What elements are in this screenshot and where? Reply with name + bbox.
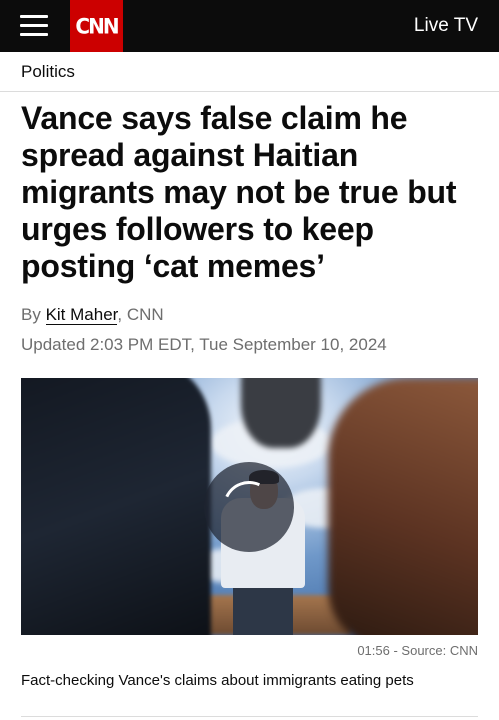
byline-prefix: By [21,305,46,324]
bottom-divider [21,716,478,717]
cnn-logo[interactable]: CNN [70,0,123,52]
menu-line [20,33,48,36]
byline-suffix: , CNN [117,305,164,324]
updated-timestamp: Updated 2:03 PM EDT, Tue September 10, 2… [21,335,387,354]
menu-line [20,24,48,27]
hamburger-menu-icon[interactable] [20,14,48,38]
top-nav-bar: CNN Live TV [0,0,499,52]
thumbnail-foreground-figure [21,378,211,635]
article-headline: Vance says false claim he spread against… [21,100,457,284]
logo-text: CNN [75,13,119,39]
thumbnail-foreground-figure [328,378,478,635]
video-player[interactable] [21,378,478,635]
video-caption[interactable]: Fact-checking Vance's claims about immig… [21,672,414,689]
section-divider [0,91,499,92]
loading-spinner-icon [204,462,294,552]
live-tv-link[interactable]: Live TV [414,15,478,37]
thumbnail-foreground-figure [241,378,321,448]
thumbnail-person-legs [233,586,293,635]
menu-line [20,15,48,18]
section-link-politics[interactable]: Politics [21,62,75,82]
spinner-arc [215,473,283,541]
video-duration-source: 01:56 - Source: CNN [357,643,478,658]
byline: By Kit Maher, CNN [21,305,164,325]
author-link[interactable]: Kit Maher [45,305,118,325]
